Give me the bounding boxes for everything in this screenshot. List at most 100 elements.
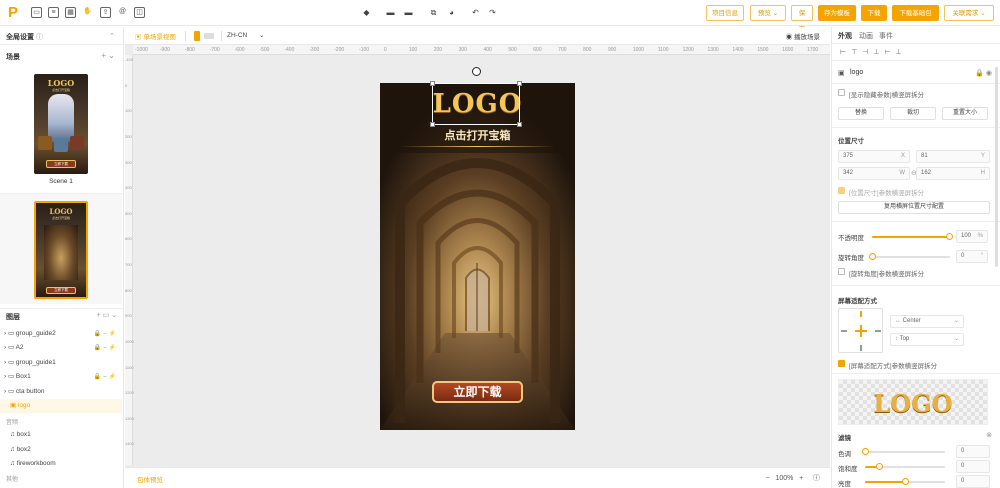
brightness-slider-knob[interactable] <box>902 478 909 485</box>
replace-button[interactable]: 替换 <box>838 107 884 120</box>
layer-lock-eye-icons[interactable]: 🔒 ⌣ ⚡ <box>94 370 116 384</box>
horizontal-adapt-select[interactable]: ↔ Center ⌄ <box>890 315 964 328</box>
scene-thumbnail-1[interactable]: LOGO 点击打开宝箱 立即下载 <box>34 74 88 174</box>
layer-row-selected[interactable]: ▣ logo <box>0 399 122 413</box>
layers-icon[interactable]: ≡ <box>48 7 59 18</box>
vertical-adapt-select[interactable]: ↕ Top ⌄ <box>890 333 964 346</box>
layer-actions-icon[interactable]: + ▭ ⌄ <box>97 311 117 319</box>
ruler-tick-label: 0 <box>383 47 387 53</box>
landscape-toggle[interactable] <box>204 33 214 39</box>
cube-icon[interactable]: ◆ <box>362 8 371 17</box>
reuse-landscape-button[interactable]: 复用横屏位置尺寸配置 <box>838 201 990 214</box>
portrait-toggle[interactable] <box>194 31 200 41</box>
paint-icon[interactable]: ◕ <box>447 8 456 17</box>
opacity-input[interactable]: 100% <box>956 230 988 243</box>
phone-canvas[interactable]: LOGO 点击打开宝箱 立即下载 <box>380 83 575 430</box>
play-scene-button[interactable]: ◉ 播放场景 <box>786 31 820 41</box>
rotation-slider-knob[interactable] <box>869 253 876 260</box>
layer-row[interactable]: › ▭ Box1 🔒 ⌣ ⚡ <box>0 370 122 384</box>
x-field[interactable]: 375 X <box>838 150 910 163</box>
hand-icon[interactable]: ✋ <box>82 7 93 18</box>
h-field[interactable]: 162 H <box>916 167 990 180</box>
language-select[interactable]: ZH-CN ⌄ <box>227 31 264 39</box>
download-button[interactable]: 下载 <box>861 5 887 21</box>
audio-row[interactable]: ♫ fireworkboom <box>0 457 122 471</box>
copy-icon[interactable]: ⧉ <box>429 8 438 17</box>
audio-row[interactable]: ♫ box2 <box>0 443 122 457</box>
layer-lock-eye-icons[interactable]: 🔒 ⌣ ⚡ <box>94 327 116 341</box>
grid-icon[interactable]: ▦ <box>65 7 76 18</box>
save-template-button[interactable]: 存为模板 <box>818 5 856 21</box>
preview-button[interactable]: 预览 ⌄ <box>750 5 786 21</box>
undo-icon[interactable]: ↶ <box>471 8 480 17</box>
resize-handle[interactable] <box>430 81 435 86</box>
ruler-tick-label: -200 <box>334 47 345 53</box>
project-info-button[interactable]: 项目信息 <box>706 5 744 21</box>
scene2-logo: LOGO <box>49 207 73 216</box>
brightness-slider-fill <box>865 481 905 483</box>
save-button[interactable]: 保存 <box>791 5 813 33</box>
layer-row[interactable]: › ▭ group_guide1 <box>0 356 122 370</box>
zoom-out-icon[interactable]: − <box>765 475 769 482</box>
align-icons[interactable]: ⊢⊤⊣⊥⊢⊥ <box>840 48 907 56</box>
frame-icon[interactable]: ◫ <box>134 7 145 18</box>
layer-lock-eye-icons[interactable]: 🔒 ⌣ ⚡ <box>94 341 116 355</box>
global-settings-title[interactable]: 全局设置 ⓘ <box>6 32 43 42</box>
shape-icon[interactable]: ▬ <box>386 8 395 17</box>
hue-input[interactable]: 0 <box>956 445 990 458</box>
tab-events[interactable]: 事件 <box>879 31 893 41</box>
resize-handle[interactable] <box>430 122 435 127</box>
export-icon[interactable]: ⇪ <box>100 7 111 18</box>
saturation-slider-knob[interactable] <box>876 463 883 470</box>
scene1-chest-image-3 <box>70 136 84 150</box>
anchor-grid[interactable] <box>838 308 883 353</box>
zoom-in-icon[interactable]: + <box>799 475 803 482</box>
phone-cta-button[interactable]: 立即下载 <box>432 381 523 403</box>
resize-handle[interactable] <box>517 81 522 86</box>
rotation-split-checkbox[interactable] <box>838 268 845 275</box>
rotate-handle[interactable] <box>472 67 481 76</box>
at-icon[interactable]: @ <box>117 7 128 18</box>
tab-animation[interactable]: 动画 <box>859 31 873 41</box>
lock-eye-icons[interactable]: 🔒 ◉ <box>975 69 992 77</box>
zoom-control[interactable]: − 100% + ⓘ <box>765 473 820 483</box>
saturation-input[interactable]: 0 <box>956 460 990 473</box>
filter-title: 滤镜 <box>838 435 851 442</box>
reset-size-button[interactable]: 重置大小 <box>942 107 988 120</box>
ruler-tick-label: 800 <box>125 287 132 293</box>
rotation-input[interactable]: 0 ° <box>956 250 988 263</box>
help-icon[interactable]: ⓘ <box>813 475 820 482</box>
y-field[interactable]: 81 Y <box>916 150 990 163</box>
layer-row[interactable]: › ▭ group_guide2 🔒 ⌣ ⚡ <box>0 327 122 341</box>
crop-button[interactable]: 裁切 <box>890 107 936 120</box>
w-field[interactable]: 342 W <box>838 167 910 180</box>
adapt-split-checkbox[interactable] <box>838 360 845 367</box>
audio-row[interactable]: ♫ box1 <box>0 428 122 442</box>
package-preview-link[interactable]: 包体预览 <box>137 474 163 484</box>
hue-slider-knob[interactable] <box>862 448 869 455</box>
single-scene-tab[interactable]: ▣ 单场景视图 <box>135 31 176 41</box>
pos-split-checkbox[interactable] <box>838 187 845 194</box>
right-scrollbar[interactable] <box>995 67 998 267</box>
hue-slider-track[interactable] <box>865 451 945 453</box>
opacity-slider-knob[interactable] <box>946 233 953 240</box>
related-requirements-button[interactable]: 关联需求 ⌄ <box>944 5 994 21</box>
filter-toggle-icon[interactable]: ⊗ <box>986 431 992 439</box>
layer-row[interactable]: › ▭ A2 🔒 ⌣ ⚡ <box>0 341 122 355</box>
text-icon[interactable]: ▬ <box>404 8 413 17</box>
scene-thumbnail-2[interactable]: LOGO 点击打开宝箱 立即下载 <box>34 201 88 299</box>
brightness-input[interactable]: 0 <box>956 475 990 488</box>
download-base-button[interactable]: 下载基础包 <box>892 5 939 21</box>
scene-name-1[interactable]: Scene 1 <box>0 178 122 185</box>
show-hidden-params-checkbox[interactable] <box>838 89 845 96</box>
layer-row[interactable]: › ▭ cta button <box>0 385 122 399</box>
element-name[interactable]: logo <box>850 69 863 76</box>
add-scene-icon[interactable]: + ⌄ <box>101 51 115 60</box>
w-value: 342 <box>843 170 854 176</box>
resize-handle[interactable] <box>517 122 522 127</box>
collapse-icon[interactable]: ⌃ <box>109 32 115 40</box>
document-icon[interactable]: ▭ <box>31 7 42 18</box>
redo-icon[interactable]: ↷ <box>488 8 497 17</box>
y-value: 81 <box>921 153 928 159</box>
rotation-slider-track[interactable] <box>872 256 950 258</box>
